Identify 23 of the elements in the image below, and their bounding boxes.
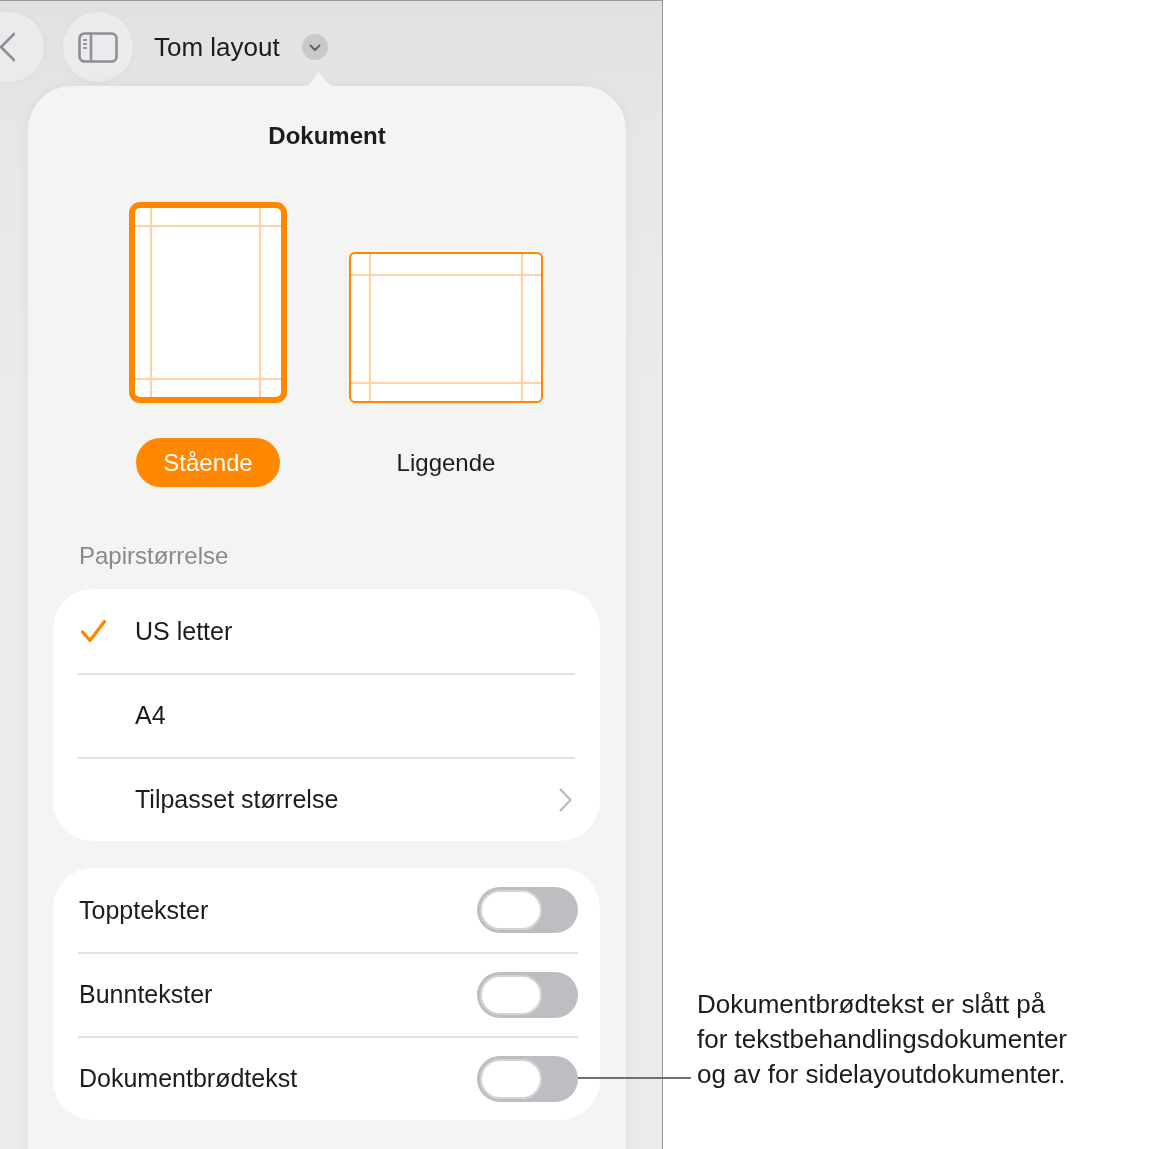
title-menu-button[interactable] [301, 34, 328, 60]
back-button[interactable] [0, 12, 44, 82]
setting-label: Dokumentbrødtekst [78, 1064, 298, 1094]
sidebar-icon [78, 31, 118, 63]
toggle-switch[interactable] [477, 971, 578, 1018]
paper-size-option[interactable]: US letter [78, 589, 575, 673]
setting-label: Topptekster [78, 895, 209, 925]
orientation-button[interactable]: Liggende [369, 438, 523, 487]
checkmark-icon [80, 619, 107, 643]
back-icon [0, 32, 15, 62]
toggle-switch[interactable] [477, 1055, 578, 1102]
document-title: Tom layout [154, 31, 280, 63]
paper-size-option[interactable]: Tilpasset størrelse [78, 758, 575, 841]
chevron-right-icon [559, 787, 572, 812]
section-heading: Papirstørrelse [79, 541, 230, 571]
setting-label: Bunntekster [78, 980, 213, 1010]
paper-size-option[interactable]: A4 [78, 674, 575, 757]
page-thumbnail[interactable] [129, 202, 287, 403]
callout-text: Dokumentbrødtekst er slått på for tekstbehandlingsdokumenter og av for sidelayoutdokumenter. [697, 988, 1068, 1091]
chevron-down-icon [308, 43, 321, 52]
popover-title: Dokument [267, 121, 387, 151]
toggle-switch[interactable] [477, 887, 578, 933]
page-thumbnail[interactable] [349, 252, 543, 403]
